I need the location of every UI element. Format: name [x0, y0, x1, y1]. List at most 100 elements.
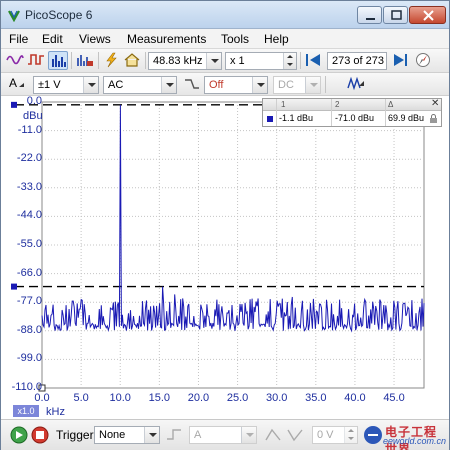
home-icon [124, 53, 140, 67]
y-tick-label: -22.0 [16, 152, 42, 165]
menu-bar: File Edit Views Measurements Tools Help [1, 29, 449, 49]
watermark-logo: 电子工程世界 eeworld.com.cn [363, 422, 447, 450]
buffer-position-value: 273 of 273 [332, 55, 384, 67]
menu-edit[interactable]: Edit [42, 32, 63, 46]
chevron-down-icon [206, 53, 221, 69]
home-button[interactable] [122, 51, 142, 70]
trigger-mode-select[interactable]: None [94, 426, 160, 444]
falling-edge-icon[interactable] [286, 427, 304, 443]
x-tick-label: 20.0 [187, 392, 210, 404]
status-bar: Trigger None A 0 V 电子工程世界 eeworld.com.cn [1, 419, 449, 450]
channel-options-button[interactable] [346, 75, 366, 94]
skip-back-icon [306, 54, 320, 66]
dc-offset-select[interactable]: DC [273, 76, 321, 94]
spectrum-plot[interactable] [1, 96, 449, 419]
stop-capture-button[interactable] [31, 426, 49, 444]
range-select[interactable]: ±1 V [33, 76, 99, 94]
menu-file[interactable]: File [9, 32, 28, 46]
scope-mode-button[interactable] [5, 51, 25, 70]
buffer-next-button[interactable] [390, 51, 410, 70]
ruler-row-channel-a: -1.1 dBu -71.0 dBu 69.9 dBu [263, 112, 441, 126]
compass-icon [416, 53, 430, 67]
compass-button[interactable] [413, 51, 433, 70]
x-scale-multiplier[interactable]: x1.0 [13, 405, 39, 417]
start-capture-button[interactable] [10, 426, 28, 444]
y-tick-label: -77.0 [16, 295, 42, 308]
minimize-button[interactable] [357, 6, 382, 24]
trigger-edge-icon[interactable] [166, 427, 184, 443]
trigger-channel-select[interactable]: A [189, 426, 257, 444]
coupling-value: AC [108, 79, 124, 91]
channel-arrow-icon [19, 83, 24, 87]
y-tick-label: -88.0 [16, 323, 42, 336]
x-tick-label: 45.0 [383, 392, 405, 404]
persistence-mode-button[interactable] [26, 51, 46, 70]
probe-button[interactable] [101, 51, 121, 70]
x-tick-label: 0.0 [34, 392, 50, 404]
zoom-select[interactable]: x 1 [225, 52, 297, 70]
close-icon[interactable]: ✕ [431, 98, 439, 109]
close-icon [423, 10, 434, 21]
app-window: PicoScope 6 File Edit Views Measurements… [0, 0, 450, 450]
persistence-mode-icon [28, 54, 44, 65]
filter-icon [185, 79, 199, 89]
level-stepper-icon [344, 427, 357, 443]
picoscope-app-icon [8, 10, 20, 22]
close-button[interactable] [409, 6, 446, 24]
watermark-sub-text: eeworld.com.cn [383, 436, 447, 446]
x-tick-label: 25.0 [226, 392, 249, 404]
delta-value: 69.9 dBu [388, 113, 425, 123]
frequency-range-select[interactable]: 48.83 kHz [148, 52, 222, 70]
zoom-value: x 1 [230, 55, 245, 67]
chevron-down-icon [305, 77, 320, 93]
menu-measurements[interactable]: Measurements [127, 32, 206, 46]
x-tick-label: 40.0 [344, 392, 366, 404]
spectrum-view[interactable]: dBu 0.0 -11.0 -22.0 -33.0 -44.0 -55.0 -66.0 -77… [1, 95, 449, 419]
rising-edge-icon[interactable] [264, 427, 282, 443]
x-tick-label: 5.0 [73, 392, 89, 404]
y-axis-unit: dBu [23, 110, 43, 122]
spectrum-options-button[interactable] [75, 51, 95, 70]
dc-offset-value: DC [278, 79, 294, 91]
filter-button[interactable] [182, 75, 202, 94]
channel-a-button[interactable]: A [5, 75, 31, 94]
y-tick-label: -66.0 [16, 266, 42, 279]
chevron-down-icon [241, 427, 256, 443]
waveform-options-icon [347, 76, 364, 91]
chevron-down-icon [144, 427, 159, 443]
filter-select[interactable]: Off [204, 76, 268, 94]
ruler1-column-header: 1 [281, 100, 286, 109]
coupling-select[interactable]: AC [103, 76, 177, 94]
chevron-down-icon [161, 77, 176, 93]
y-tick-label: 0.0 [26, 95, 42, 107]
menu-help[interactable]: Help [264, 32, 289, 46]
trigger-level-field[interactable]: 0 V [312, 426, 358, 444]
ruler2-column-header: 2 [335, 100, 340, 109]
ruler-measurement-table[interactable]: 1 2 Δ ✕ -1.1 dBu -71.0 dBu 69.9 dBu [262, 98, 442, 127]
y-tick-label: -33.0 [16, 180, 42, 193]
trigger-level-value: 0 V [317, 429, 334, 441]
y-tick-label: -99.0 [16, 352, 42, 365]
channel-color-swatch [267, 116, 273, 122]
play-forward-icon [394, 54, 407, 66]
menu-views[interactable]: Views [79, 32, 111, 46]
chevron-down-icon [252, 77, 267, 93]
x-tick-label: 15.0 [148, 392, 171, 404]
title-bar[interactable]: PicoScope 6 [1, 1, 449, 29]
filter-value: Off [209, 79, 224, 91]
lock-icon[interactable] [429, 114, 438, 124]
ruler2-value: -71.0 dBu [335, 113, 375, 123]
spectrum-mode-button[interactable] [48, 51, 68, 70]
x-tick-label: 35.0 [305, 392, 327, 404]
maximize-button[interactable] [383, 6, 408, 24]
y-tick-label: -11.0 [17, 123, 42, 136]
spectrum-options-icon [77, 55, 93, 66]
ruler-handle-2[interactable] [11, 283, 17, 290]
buffer-first-button[interactable] [303, 51, 323, 70]
trigger-label: Trigger [56, 428, 94, 442]
buffer-position-field[interactable]: 273 of 273 [327, 52, 387, 70]
window-title: PicoScope 6 [25, 8, 93, 22]
probe-icon [106, 52, 117, 68]
menu-tools[interactable]: Tools [221, 32, 249, 46]
scope-mode-icon [6, 55, 24, 65]
